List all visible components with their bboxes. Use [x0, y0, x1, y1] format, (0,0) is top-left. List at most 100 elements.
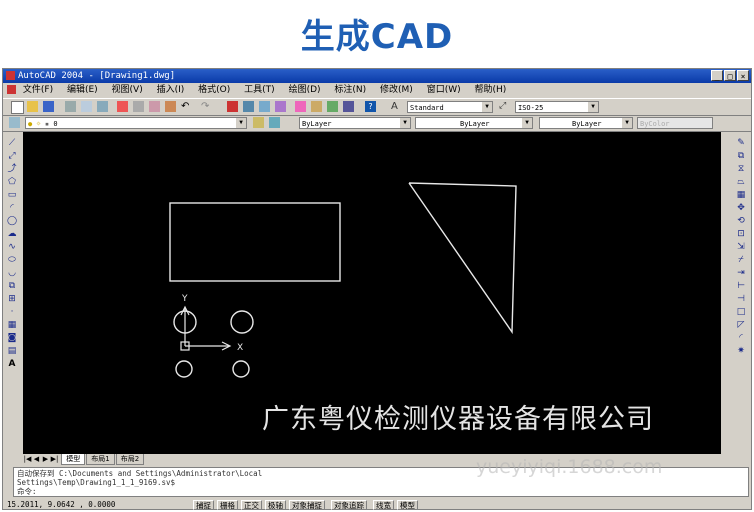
- osnap-toggle[interactable]: 对象捕捉: [289, 500, 325, 510]
- multiline-text-icon[interactable]: A: [6, 359, 18, 370]
- plotstyle-control[interactable]: ByColor: [637, 117, 713, 129]
- menu-format[interactable]: 格式(O): [198, 85, 230, 95]
- layer-previous-icon[interactable]: [269, 117, 280, 128]
- circle-icon[interactable]: ◯: [6, 216, 18, 227]
- extend-icon[interactable]: ⇥: [735, 268, 747, 279]
- menu-draw[interactable]: 绘图(D): [289, 85, 321, 95]
- otrack-toggle[interactable]: 对象追踪: [331, 500, 367, 510]
- undo-icon[interactable]: ↶: [181, 101, 192, 112]
- help-icon[interactable]: ?: [365, 101, 376, 112]
- mirror-icon[interactable]: ⧖: [735, 164, 747, 175]
- rectangle-icon[interactable]: ▭: [6, 190, 18, 201]
- trim-icon[interactable]: ⌿: [735, 255, 747, 266]
- break-icon[interactable]: ⊣: [735, 294, 747, 305]
- layer-select[interactable]: ● ☼ ▪ 0 ▼: [25, 117, 247, 129]
- last-tab-icon[interactable]: ▶|: [50, 454, 59, 464]
- ortho-toggle[interactable]: 正交: [241, 500, 262, 510]
- cut-icon[interactable]: [117, 101, 128, 112]
- drawn-circle[interactable]: [230, 310, 254, 334]
- make-block-icon[interactable]: ⊞: [6, 294, 18, 305]
- zoom-previous-icon[interactable]: [275, 101, 286, 112]
- menu-help[interactable]: 帮助(H): [475, 85, 507, 95]
- menu-view[interactable]: 视图(V): [112, 85, 143, 95]
- menu-file[interactable]: 文件(F): [23, 85, 53, 95]
- tool-palettes-icon[interactable]: [327, 101, 338, 112]
- menu-edit[interactable]: 编辑(E): [67, 85, 98, 95]
- offset-icon[interactable]: ⏢: [735, 177, 747, 188]
- minimize-button[interactable]: _: [711, 70, 723, 81]
- join-icon[interactable]: □: [735, 307, 747, 318]
- plot-preview-icon[interactable]: [81, 101, 92, 112]
- next-tab-icon[interactable]: ▶: [41, 454, 50, 464]
- grid-toggle[interactable]: 栅格: [217, 500, 238, 510]
- tab-model[interactable]: 模型: [61, 454, 86, 465]
- snap-toggle[interactable]: 捕捉: [193, 500, 214, 510]
- menu-tools[interactable]: 工具(T): [244, 85, 275, 95]
- explode-icon[interactable]: ✷: [735, 346, 747, 357]
- new-icon[interactable]: [11, 101, 24, 114]
- copy-icon[interactable]: [133, 101, 144, 112]
- drawn-triangle[interactable]: [408, 182, 517, 335]
- arc-icon[interactable]: ◜: [6, 203, 18, 214]
- maximize-button[interactable]: □: [724, 70, 736, 81]
- polar-toggle[interactable]: 极轴: [265, 500, 286, 510]
- polygon-icon[interactable]: ⬠: [6, 177, 18, 188]
- stretch-icon[interactable]: ⇲: [735, 242, 747, 253]
- close-button[interactable]: ×: [737, 70, 749, 81]
- model-toggle[interactable]: 模型: [397, 500, 418, 510]
- polyline-icon[interactable]: ⤴: [6, 164, 18, 175]
- rotate-icon[interactable]: ⟲: [735, 216, 747, 227]
- make-object-layer-current-icon[interactable]: [253, 117, 264, 128]
- region-icon[interactable]: ◙: [6, 333, 18, 344]
- paste-icon[interactable]: [149, 101, 160, 112]
- menu-modify[interactable]: 修改(M): [380, 85, 413, 95]
- redo-icon[interactable]: ↷: [201, 101, 212, 112]
- revision-cloud-icon[interactable]: ☁: [6, 229, 18, 240]
- lineweight-toggle[interactable]: 线宽: [373, 500, 394, 510]
- chamfer-icon[interactable]: ◸: [735, 320, 747, 331]
- fillet-icon[interactable]: ◜: [735, 333, 747, 344]
- insert-block-icon[interactable]: ⧉: [6, 281, 18, 292]
- tab-layout2[interactable]: 布局2: [115, 454, 145, 465]
- prev-tab-icon[interactable]: ◀: [32, 454, 41, 464]
- menu-dimension[interactable]: 标注(N): [334, 85, 366, 95]
- menu-window[interactable]: 窗口(W): [427, 85, 461, 95]
- zoom-realtime-icon[interactable]: [243, 101, 254, 112]
- erase-icon[interactable]: ✎: [735, 138, 747, 149]
- ellipse-icon[interactable]: ⬭: [6, 255, 18, 266]
- menu-insert[interactable]: 插入(I): [157, 85, 185, 95]
- pan-realtime-icon[interactable]: [227, 101, 238, 112]
- color-control[interactable]: ByLayer ▼: [299, 117, 411, 129]
- lineweight-control[interactable]: ByLayer ▼: [539, 117, 633, 129]
- drawn-circle[interactable]: [232, 360, 250, 378]
- publish-icon[interactable]: [97, 101, 108, 112]
- open-icon[interactable]: [27, 101, 38, 112]
- ellipse-arc-icon[interactable]: ◡: [6, 268, 18, 279]
- move-icon[interactable]: ✥: [735, 203, 747, 214]
- hatch-icon[interactable]: ▦: [6, 320, 18, 331]
- table-icon[interactable]: ▤: [6, 346, 18, 357]
- design-center-icon[interactable]: [311, 101, 322, 112]
- first-tab-icon[interactable]: |◀: [23, 454, 32, 464]
- document-icon[interactable]: [7, 85, 16, 94]
- print-icon[interactable]: [65, 101, 76, 112]
- point-icon[interactable]: ·: [6, 307, 18, 318]
- array-icon[interactable]: ▦: [735, 190, 747, 201]
- text-style-select[interactable]: Standard ▼: [407, 101, 493, 113]
- tab-layout1[interactable]: 布局1: [86, 454, 115, 465]
- save-icon[interactable]: [43, 101, 54, 112]
- spline-icon[interactable]: ∿: [6, 242, 18, 253]
- break-at-point-icon[interactable]: ⊢: [735, 281, 747, 292]
- layer-manager-icon[interactable]: [9, 117, 20, 128]
- drawn-rectangle[interactable]: [169, 202, 341, 282]
- properties-icon[interactable]: [295, 101, 306, 112]
- copy-object-icon[interactable]: ⧉: [735, 151, 747, 162]
- drawn-circle[interactable]: [175, 360, 193, 378]
- markup-icon[interactable]: [343, 101, 354, 112]
- dim-style-select[interactable]: ISO-25 ▼: [515, 101, 599, 113]
- linetype-control[interactable]: ByLayer ▼: [415, 117, 533, 129]
- match-properties-icon[interactable]: [165, 101, 176, 112]
- construction-line-icon[interactable]: ⤢: [6, 151, 18, 162]
- zoom-window-icon[interactable]: [259, 101, 270, 112]
- line-icon[interactable]: ⟋: [6, 138, 18, 149]
